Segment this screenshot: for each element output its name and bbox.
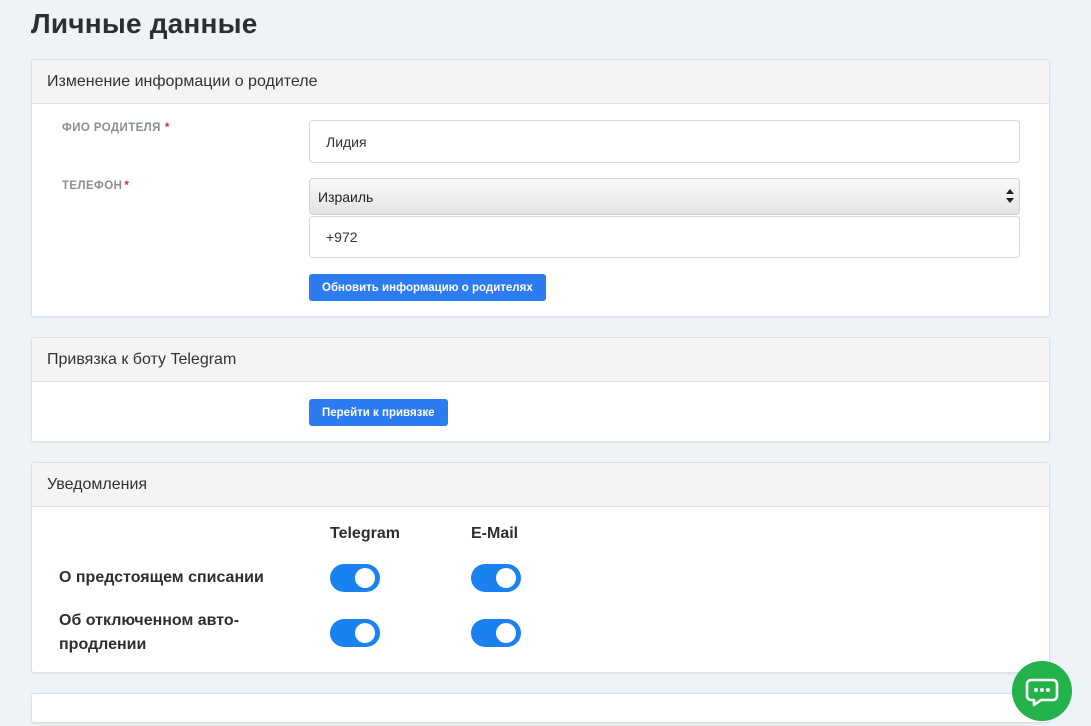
parent-info-header: Изменение информации о родителе	[32, 60, 1049, 104]
notifications-header: Уведомления	[32, 463, 1049, 507]
country-selected-value: Израиль	[318, 188, 374, 205]
toggle-auto-renewal-email[interactable]	[471, 619, 521, 647]
column-email: E-Mail	[471, 525, 519, 542]
chat-button[interactable]	[1012, 661, 1072, 721]
required-mark: *	[124, 180, 130, 192]
next-card	[31, 693, 1050, 723]
toggle-upcoming-charge-email[interactable]	[471, 564, 521, 592]
telegram-header: Привязка к боту Telegram	[32, 338, 1049, 382]
country-select[interactable]: Израиль	[309, 178, 1020, 215]
parent-name-input[interactable]: Лидия	[309, 120, 1020, 163]
row-label-upcoming-charge: О предстоящем списании	[59, 569, 264, 586]
parent-name-value: Лидия	[326, 133, 367, 150]
notifications-card: Уведомления Telegram E-Mail О предстояще…	[31, 462, 1050, 673]
column-telegram: Telegram	[330, 525, 400, 542]
required-mark: *	[164, 122, 170, 134]
parent-name-label-text: ФИО РОДИТЕЛЯ	[62, 122, 161, 134]
toggle-knob	[496, 623, 516, 643]
page-title: Личные данные	[31, 8, 258, 39]
parent-info-card: Изменение информации о родителе ФИО РОДИ…	[31, 59, 1050, 317]
phone-label-text: ТЕЛЕФОН	[62, 180, 123, 192]
telegram-card: Привязка к боту Telegram Перейти к привя…	[31, 337, 1050, 442]
phone-label: ТЕЛЕФОН *	[62, 180, 129, 192]
chat-bubble-icon	[1025, 678, 1059, 707]
phone-input[interactable]: +972	[309, 216, 1020, 258]
telegram-link-button[interactable]: Перейти к привязке	[309, 399, 448, 426]
phone-value: +972	[326, 229, 358, 245]
update-parent-button[interactable]: Обновить информацию о родителях	[309, 274, 546, 301]
toggle-knob	[355, 568, 375, 588]
parent-name-label: ФИО РОДИТЕЛЯ *	[62, 122, 170, 134]
row-label-auto-renewal-off: Об отключенном авто-продлении	[59, 612, 240, 653]
toggle-knob	[496, 568, 516, 588]
toggle-upcoming-charge-telegram[interactable]	[330, 564, 380, 592]
select-arrows-icon	[1006, 189, 1014, 205]
toggle-auto-renewal-telegram[interactable]	[330, 619, 380, 647]
toggle-knob	[355, 623, 375, 643]
